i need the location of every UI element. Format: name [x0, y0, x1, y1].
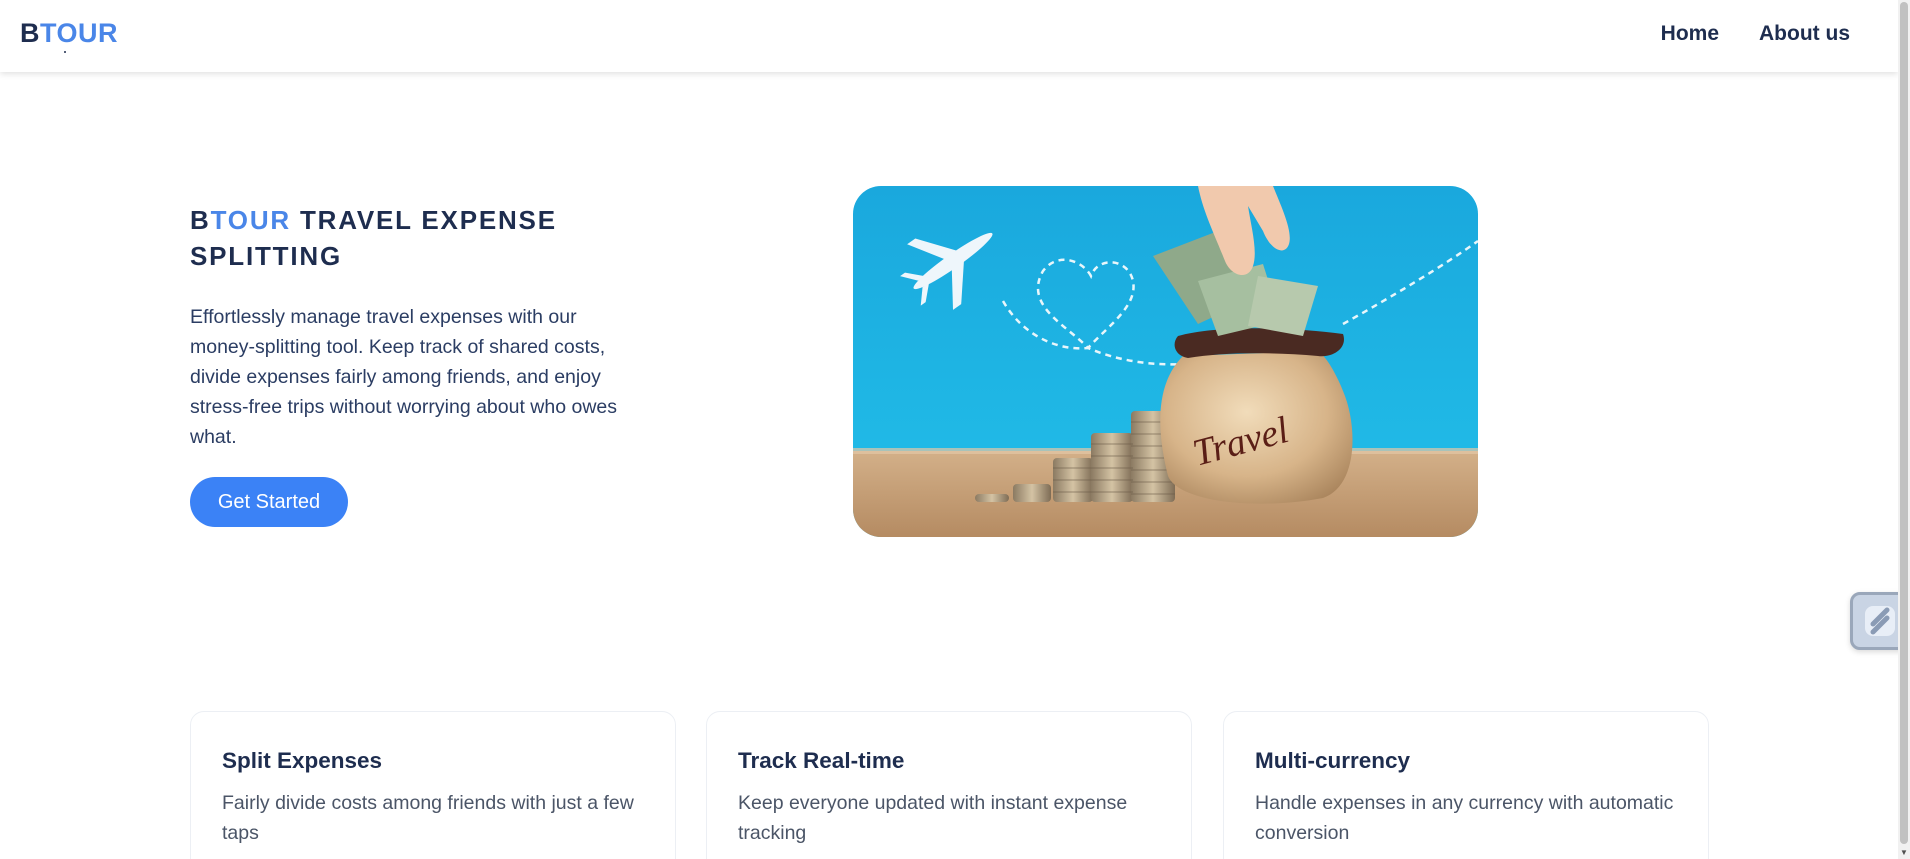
nav-home-link[interactable]: Home [1661, 22, 1719, 46]
feature-description: Handle expenses in any currency with aut… [1255, 792, 1674, 844]
feature-title: Multi-currency [1255, 748, 1411, 773]
scrollbar-thumb[interactable] [1900, 2, 1908, 844]
hero-description: Effortlessly manage travel expenses with… [190, 306, 618, 448]
feature-description: Keep everyone updated with instant expen… [738, 792, 1128, 844]
logo-letters-tour: TOUR [40, 18, 119, 48]
feature-title: Track Real-time [738, 748, 905, 773]
scroll-down-arrow-icon[interactable]: ▼ [1899, 848, 1909, 858]
feature-card-split-expenses: Split Expenses Fairly divide costs among… [190, 711, 676, 859]
logo-letter-b: B [20, 18, 40, 48]
page-scrollbar[interactable]: ▼ [1898, 0, 1910, 859]
feature-card-multi-currency: Multi-currency Handle expenses in any cu… [1223, 711, 1709, 859]
hero-title-b: B [190, 205, 211, 235]
hero-title-accent: TOUR [210, 205, 291, 235]
slash-widget-icon [1865, 606, 1895, 636]
top-navbar: BTOUR Home About us [0, 0, 1898, 72]
hero-image: Travel [853, 186, 1478, 537]
logo-dot [64, 51, 66, 53]
feature-card-track-real-time: Track Real-time Keep everyone updated wi… [706, 711, 1192, 859]
brand-logo[interactable]: BTOUR [20, 18, 118, 49]
get-started-button[interactable]: Get Started [190, 477, 348, 527]
feature-description: Fairly divide costs among friends with j… [222, 792, 634, 844]
travel-money-bag-illustration: Travel [853, 186, 1478, 537]
nav-about-link[interactable]: About us [1759, 22, 1850, 46]
page: BTOUR Home About us BTOUR TRAVEL EXPENSE… [0, 0, 1910, 859]
hero-title: BTOUR TRAVEL EXPENSE SPLITTING [190, 202, 610, 274]
main-nav: Home About us [1661, 22, 1850, 46]
feature-title: Split Expenses [222, 748, 383, 773]
